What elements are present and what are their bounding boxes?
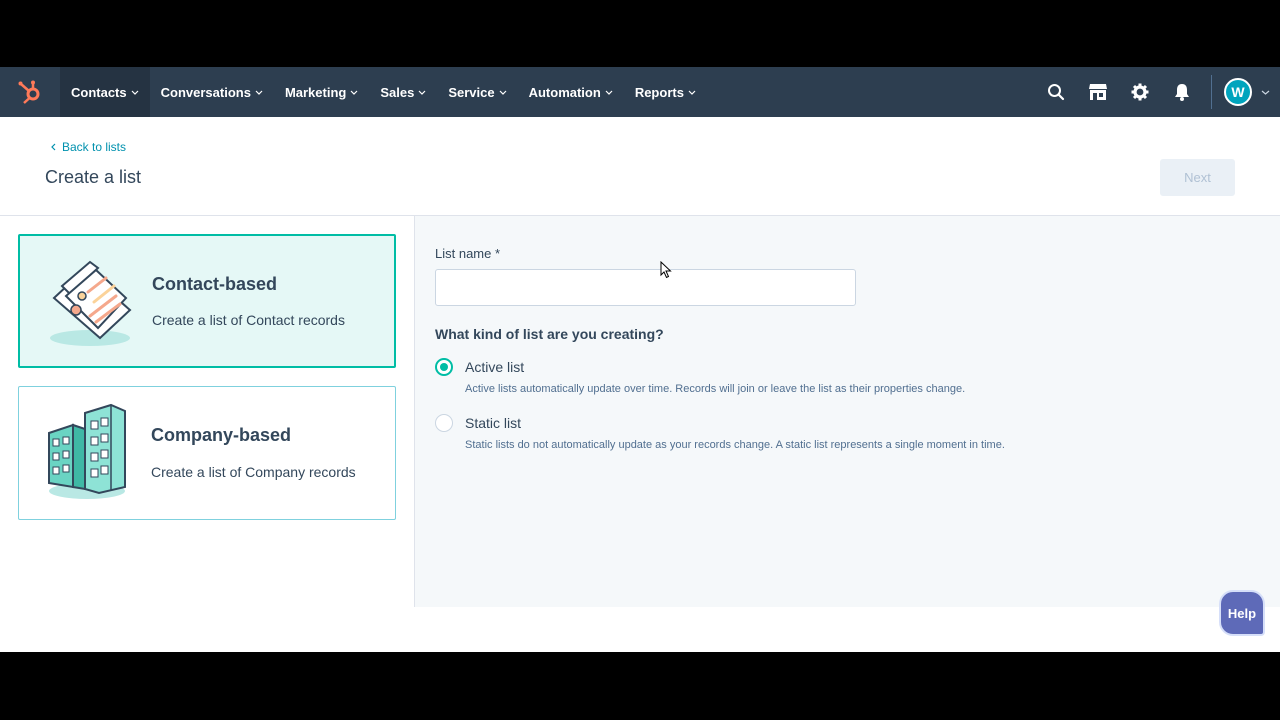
static-list-help: Static lists do not automatically update… — [465, 439, 1005, 451]
static-list-option[interactable]: Static list — [435, 414, 521, 432]
chevron-down-icon — [688, 90, 696, 95]
nav-label: Automation — [528, 84, 601, 100]
chevron-down-icon — [499, 90, 507, 95]
hubspot-logo[interactable] — [0, 67, 60, 117]
nav-reports[interactable]: Reports — [624, 67, 707, 117]
letterbox-bottom — [0, 652, 1280, 720]
active-list-help: Active lists automatically update over t… — [465, 383, 966, 395]
page-header: Back to lists Create a list Next — [0, 117, 1280, 216]
hubspot-sprocket-icon — [18, 80, 40, 104]
nav-automation[interactable]: Automation — [518, 67, 624, 117]
avatar-initial: W — [1231, 84, 1245, 100]
nav-sales[interactable]: Sales — [369, 67, 437, 117]
search-icon[interactable] — [1035, 67, 1077, 117]
list-type-panel: Contact-based Create a list of Contact r… — [0, 216, 415, 607]
nav-label: Reports — [634, 84, 684, 100]
chevron-down-icon — [350, 90, 358, 95]
nav-right-tools: W — [1035, 67, 1280, 117]
help-button[interactable]: Help — [1219, 590, 1265, 636]
static-list-radio[interactable] — [435, 414, 453, 432]
nav-label: Marketing — [284, 84, 347, 100]
company-based-card[interactable]: Company-based Create a list of Company r… — [18, 386, 396, 520]
marketplace-icon[interactable] — [1077, 67, 1119, 117]
contact-based-card[interactable]: Contact-based Create a list of Contact r… — [18, 234, 396, 368]
nav-contacts[interactable]: Contacts — [60, 67, 150, 117]
bell-icon[interactable] — [1161, 67, 1203, 117]
top-nav: Contacts Conversations Marketing Sales S… — [0, 67, 1280, 117]
account-menu[interactable]: W — [1224, 78, 1280, 106]
nav-label: Sales — [380, 84, 415, 100]
avatar: W — [1224, 78, 1252, 106]
list-name-input[interactable] — [435, 269, 856, 306]
nav-service[interactable]: Service — [437, 67, 517, 117]
nav-label: Service — [448, 84, 495, 100]
active-list-radio[interactable] — [435, 358, 453, 376]
nav-marketing[interactable]: Marketing — [274, 67, 369, 117]
radio-label: Active list — [465, 359, 525, 375]
active-list-option[interactable]: Active list — [435, 358, 524, 376]
nav-label: Contacts — [71, 84, 127, 100]
nav-conversations[interactable]: Conversations — [150, 67, 274, 117]
card-description: Create a list of Contact records — [152, 312, 345, 328]
card-title: Company-based — [151, 425, 292, 445]
list-name-label: List name * — [435, 246, 501, 261]
card-description: Create a list of Company records — [151, 464, 356, 480]
chevron-left-icon — [51, 140, 56, 154]
chevron-down-icon — [605, 90, 613, 95]
next-button[interactable]: Next — [1160, 159, 1235, 196]
chevron-down-icon — [1261, 90, 1270, 95]
chevron-down-icon — [418, 90, 426, 95]
chevron-down-icon — [131, 90, 139, 95]
page-title: Create a list — [45, 167, 142, 187]
back-link-label: Back to lists — [62, 140, 127, 154]
nav-divider — [1211, 75, 1212, 109]
page-footer-area — [0, 607, 1280, 652]
chevron-down-icon — [255, 90, 263, 95]
card-title: Contact-based — [152, 274, 278, 294]
buildings-illustration-icon — [48, 403, 126, 499]
mouse-cursor-icon — [660, 260, 672, 284]
gear-icon[interactable] — [1119, 67, 1161, 117]
back-to-lists-link[interactable]: Back to lists — [51, 140, 126, 154]
radio-label: Static list — [465, 415, 522, 431]
list-kind-question: What kind of list are you creating? — [435, 326, 664, 342]
list-details-panel: List name * What kind of list are you cr… — [415, 216, 1280, 607]
letterbox-top — [0, 0, 1280, 67]
contact-cards-illustration-icon — [50, 260, 132, 346]
nav-label: Conversations — [160, 84, 251, 100]
